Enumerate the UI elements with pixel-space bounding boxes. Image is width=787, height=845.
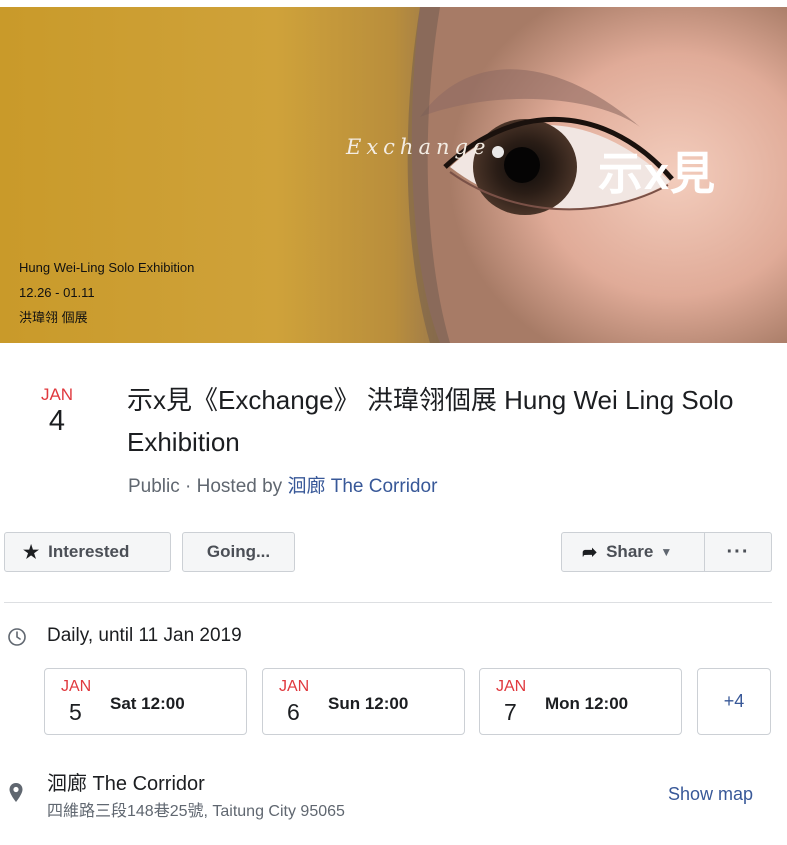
star-icon: ★ [23, 541, 40, 562]
event-visibility: Public [128, 476, 180, 497]
cover-info: Hung Wei-Ling Solo Exhibition 12.26 - 01… [19, 255, 194, 330]
date-tile-month: JAN [61, 678, 92, 695]
more-dates-button[interactable]: +4 [697, 668, 771, 735]
date-tile-time: Sat 12:00 [110, 694, 185, 713]
share-label: Share [606, 542, 654, 561]
hosted-by-label: · Hosted by [179, 476, 288, 497]
cover-main-title: 示x見 [598, 148, 717, 199]
event-subtitle: Public · Hosted by 洄廊 The Corridor [128, 471, 437, 498]
event-host-link[interactable]: 洄廊 The Corridor [287, 476, 437, 497]
date-tile-day: 7 [504, 699, 517, 725]
cover-exchange-text: Exchange [346, 135, 491, 159]
cover-info-line: 洪瑋翎 個展 [19, 310, 88, 325]
date-tile-month: JAN [496, 678, 527, 695]
location-pin-icon [9, 783, 23, 802]
date-tile-day: 5 [69, 699, 82, 725]
date-tile-day: 6 [287, 699, 300, 725]
date-tile-time: Sun 12:00 [328, 694, 409, 713]
date-tile-month: JAN [279, 678, 310, 695]
date-tile[interactable]: JAN 7 Mon 12:00 [479, 668, 682, 735]
share-button[interactable]: ➦ Share ▼ [561, 532, 705, 572]
clock-icon [8, 628, 26, 646]
cover-info-line: Hung Wei-Ling Solo Exhibition [19, 260, 195, 275]
date-tile-time: Mon 12:00 [545, 694, 629, 713]
show-map-link[interactable]: Show map [668, 784, 753, 805]
event-title: 示x見《Exchange》 洪瑋翎個展 Hung Wei Ling Solo E… [127, 385, 734, 457]
location-name[interactable]: 洄廊 The Corridor [47, 767, 205, 796]
location-address: 四維路三段148巷25號, Taitung City 95065 [47, 803, 345, 820]
cover-info-line: 12.26 - 01.11 [19, 285, 95, 300]
date-tile[interactable]: JAN 5 Sat 12:00 [44, 668, 247, 735]
event-date-month: JAN [40, 385, 74, 404]
share-arrow-icon: ➦ [582, 541, 598, 562]
going-button[interactable]: Going... [182, 532, 295, 572]
going-label: Going... [206, 542, 271, 561]
interested-button[interactable]: ★ Interested [4, 532, 171, 572]
event-date-badge: JAN 4 [36, 385, 78, 438]
section-divider [4, 602, 772, 603]
caret-down-icon: ▼ [660, 545, 673, 559]
more-options-button[interactable]: ··· [705, 532, 772, 572]
event-date-day: 4 [48, 405, 66, 437]
event-cover-photo[interactable]: Exchange 示x見 Hung Wei-Ling Solo Exhibiti… [0, 7, 787, 343]
more-options-label: ··· [726, 540, 750, 563]
date-tile[interactable]: JAN 6 Sun 12:00 [262, 668, 465, 735]
interested-label: Interested [48, 542, 130, 561]
schedule-summary: Daily, until 11 Jan 2019 [47, 625, 242, 646]
